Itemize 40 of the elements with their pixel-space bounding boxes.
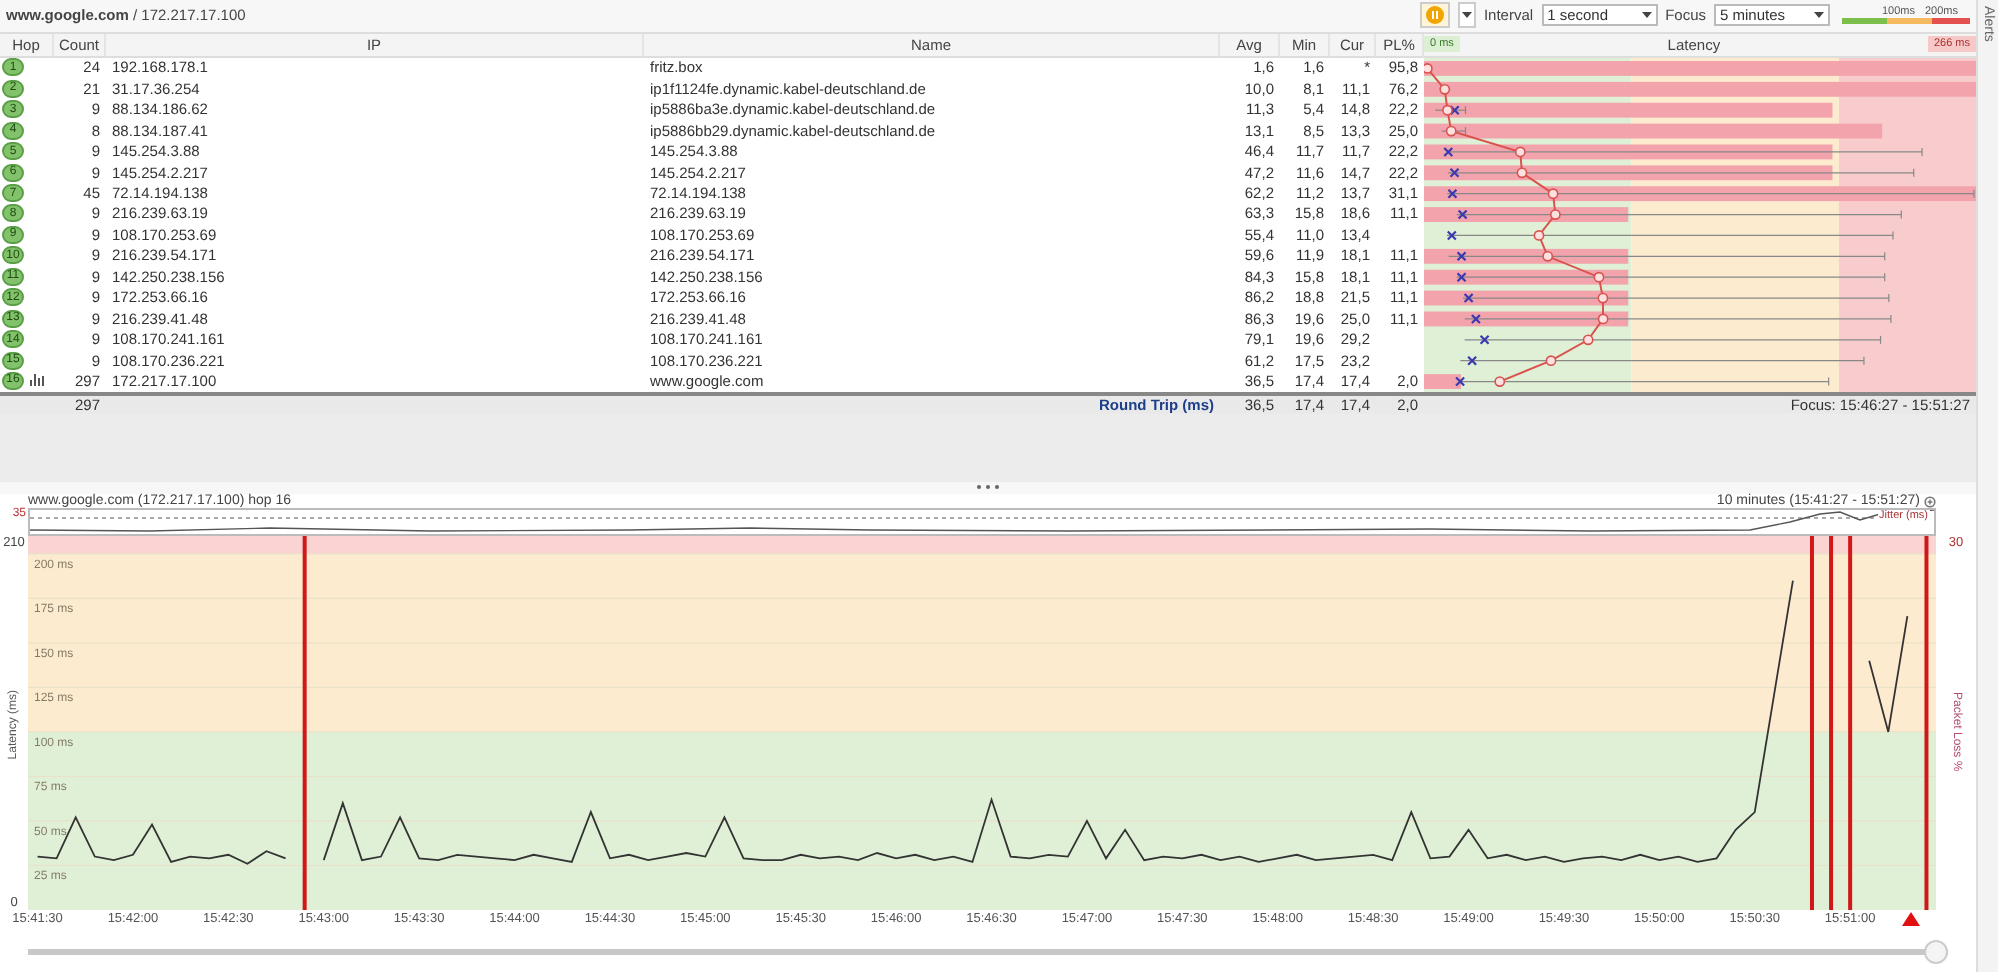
average-point	[1597, 291, 1609, 303]
average-point	[1439, 83, 1451, 94]
current-marker	[1479, 334, 1490, 345]
graph-icon[interactable]	[30, 374, 44, 387]
dropdown-button[interactable]	[1457, 2, 1476, 29]
grip-icon[interactable]	[976, 484, 1000, 491]
current-marker	[1449, 167, 1460, 178]
average-point	[1593, 271, 1605, 282]
current-marker	[1456, 271, 1467, 282]
zoom-icon[interactable]	[1924, 495, 1936, 507]
current-marker	[1467, 354, 1478, 366]
average-point	[1545, 354, 1557, 366]
scrollbar-thumb[interactable]	[1924, 940, 1948, 965]
average-point	[1494, 375, 1506, 387]
current-marker	[1443, 146, 1454, 157]
average-point	[1533, 229, 1545, 241]
current-marker	[1457, 208, 1468, 219]
threshold-legend-bar	[1842, 18, 1970, 25]
average-point	[1542, 250, 1554, 262]
current-marker	[1463, 292, 1474, 303]
average-point	[1442, 104, 1453, 115]
current-marker	[1446, 229, 1457, 240]
average-point	[1424, 62, 1433, 74]
min-max-whisker	[1441, 125, 1467, 135]
current-marker	[1470, 313, 1481, 324]
current-marker	[1449, 104, 1460, 115]
current-marker	[1455, 375, 1466, 386]
average-point	[1550, 208, 1561, 220]
average-point	[1597, 312, 1609, 324]
caret-icon	[1461, 12, 1472, 19]
latency-line	[1868, 616, 1909, 734]
current-marker	[1456, 250, 1467, 261]
caret-icon	[1814, 12, 1824, 19]
average-point	[1547, 187, 1559, 199]
average-point	[1445, 124, 1457, 136]
average-point	[1514, 145, 1526, 157]
current-marker	[1447, 187, 1458, 199]
average-point	[1582, 333, 1594, 345]
caret-icon	[1641, 12, 1652, 19]
average-point	[1516, 166, 1528, 178]
